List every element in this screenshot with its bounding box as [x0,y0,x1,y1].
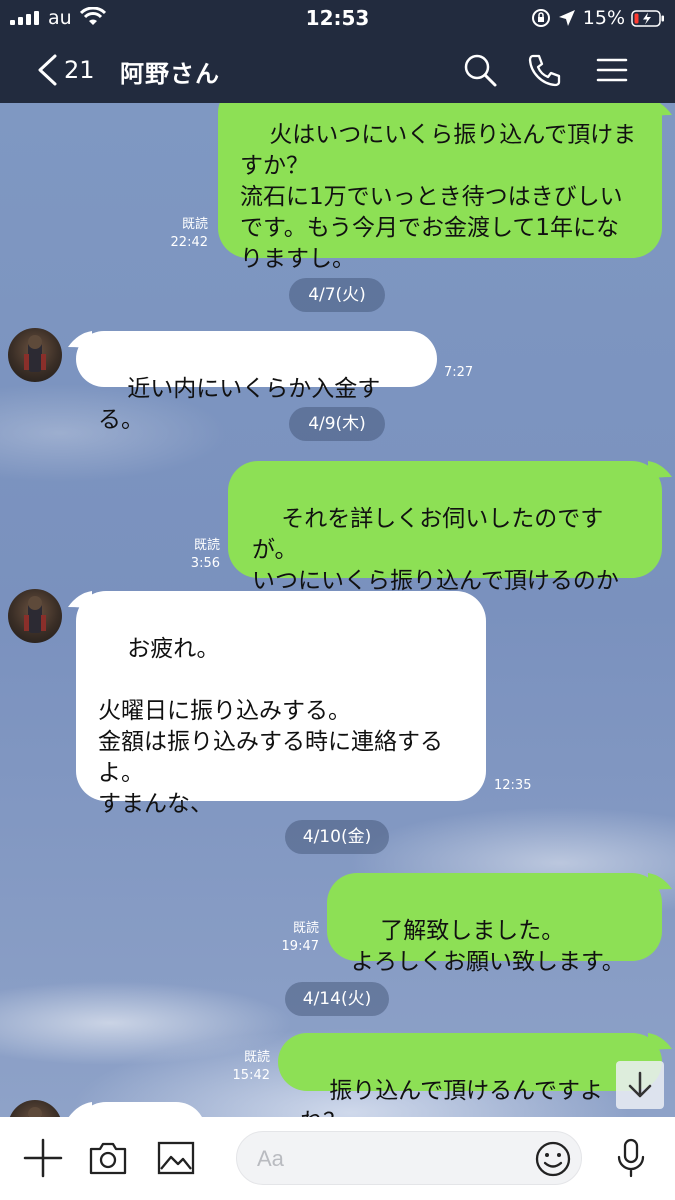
message-input-container[interactable] [236,1131,582,1185]
date-separator: 4/9(木) [289,407,385,441]
battery-percent: 15% [582,7,625,29]
avatar-image [24,596,46,633]
photo-button[interactable] [155,1137,197,1179]
date-separator: 4/10(金) [285,820,389,854]
read-receipt: 既読 [193,538,220,553]
message-text: 了解致しました。 よろしくお願い致します。 [351,918,625,975]
location-icon [558,10,575,26]
plus-icon [23,1138,63,1178]
message-bubble-sent[interactable]: 火はいつにいくら振り込んで頂けま すか？ 流石に1万でいっとき待つはきびしい で… [218,103,662,272]
status-right: 15% [531,6,665,30]
bubble-tail [648,461,672,479]
camera-icon [89,1142,127,1175]
status-bar: au 12:53 15% [0,0,675,36]
chevron-left-icon [38,54,57,86]
message-time: 19:47 [281,939,319,954]
message-time: 12:35 [494,778,532,793]
date-separator: 4/14(火) [285,982,389,1016]
avatar[interactable] [8,589,62,643]
message-time: 7:27 [444,365,474,380]
top-bar: au 12:53 15% 21 阿野さん [0,0,675,103]
search-icon [464,54,497,87]
message-text: 振り込んで頂けるんですよね？ [300,1078,603,1117]
message-time: 15:42 [232,1068,270,1083]
emoji-icon[interactable] [533,1139,573,1179]
read-receipt: 既読 [292,921,319,936]
avatar-image [28,1107,42,1117]
camera-button[interactable] [87,1137,129,1179]
input-bar [0,1117,675,1200]
message-time: 22:42 [170,235,208,250]
message-bubble-sent[interactable]: 振り込んで頂けるんですよね？ [278,1033,662,1117]
avatar-image [24,335,46,372]
message-time: 3:56 [190,556,220,571]
message-meta: 既読 22:42 [150,216,208,252]
chat-header: 21 阿野さん [0,36,675,103]
message-bubble-received[interactable] [76,1102,206,1117]
phone-icon [528,54,561,87]
avatar[interactable] [8,1100,62,1117]
read-receipt: 既読 [243,1050,270,1065]
back-button[interactable]: 21 [36,50,100,90]
menu-button[interactable] [592,50,632,90]
message-text: お疲れ。 火曜日に振り込みする。 金額は振り込みする時に連絡する よ。 すまんな… [98,636,443,817]
bubble-tail [648,873,672,891]
date-separator: 4/7(火) [289,278,385,312]
bubble-tail [648,103,672,117]
unread-count: 21 [64,56,95,84]
image-icon [157,1141,195,1175]
message-bubble-sent[interactable]: 了解致しました。 よろしくお願い致します。 [327,873,662,975]
battery-icon [631,9,664,27]
bubble-tail [648,1033,672,1051]
message-input[interactable] [257,1142,517,1176]
add-button[interactable] [22,1137,64,1179]
message-meta: 既読 15:42 [212,1049,270,1085]
menu-icon [596,58,628,82]
call-button[interactable] [524,50,564,90]
chat-title: 阿野さん [120,60,220,88]
message-meta: 既読 3:56 [160,537,220,573]
arrow-down-icon [628,1071,652,1098]
message-bubble-received[interactable]: お疲れ。 火曜日に振り込みする。 金額は振り込みする時に連絡する よ。 すまんな… [76,591,486,817]
avatar[interactable] [8,328,62,382]
microphone-icon [617,1138,645,1178]
message-bubble-sent[interactable]: それを詳しくお伺いしたのですが。 いつにいくら振り込んで頂けるのか を。 [228,461,662,625]
voice-button[interactable] [610,1137,652,1179]
chat-area[interactable]: 火はいつにいくら振り込んで頂けま すか？ 流石に1万でいっとき待つはきびしい で… [0,103,675,1117]
orientation-lock-icon [531,9,550,27]
message-meta: 既読 19:47 [262,920,319,956]
search-button[interactable] [460,50,500,90]
scroll-to-bottom-button[interactable] [616,1061,664,1109]
message-bubble-received[interactable]: 近い内にいくらか入金する。 [76,331,437,433]
message-text: 火はいつにいくら振り込んで頂けま すか？ 流石に1万でいっとき待つはきびしい で… [240,122,637,272]
read-receipt: 既読 [181,217,208,232]
